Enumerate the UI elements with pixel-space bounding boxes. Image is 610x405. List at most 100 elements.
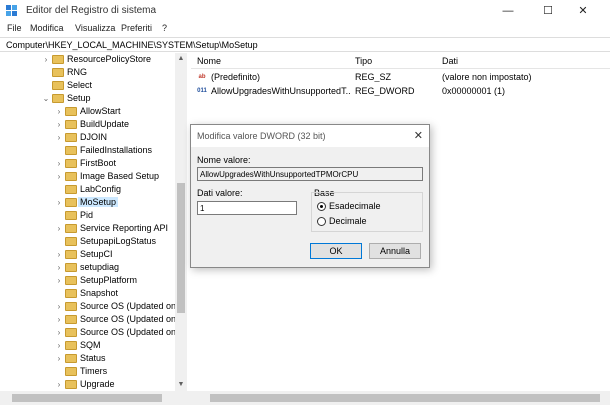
value-name-field[interactable]: AllowUpgradesWithUnsupportedTPMOrCPU — [197, 167, 423, 181]
tree-item-label: setupdiag — [80, 262, 120, 272]
tree-item-label: Pid — [80, 210, 94, 220]
folder-icon — [52, 55, 64, 64]
tree-item[interactable]: › Source OS (Updated on 5 — [0, 313, 184, 326]
tree-item[interactable]: › Source OS (Updated on 6 — [0, 326, 184, 339]
cancel-button[interactable]: Annulla — [369, 243, 421, 259]
tree-hscroll-thumb[interactable] — [12, 394, 162, 402]
menu-visualizza[interactable]: Visualizza — [75, 23, 115, 33]
collapsed-chevron-icon[interactable]: › — [55, 222, 63, 235]
tree-item[interactable]: Snapshot — [0, 287, 175, 300]
folder-icon — [65, 224, 77, 233]
folder-icon — [65, 133, 77, 142]
column-tipo[interactable]: Tipo — [355, 56, 372, 66]
tree-item[interactable]: › SetupPlatform — [0, 274, 175, 287]
tree-item[interactable]: › SetupCI — [0, 248, 175, 261]
tree-item[interactable]: RNG — [0, 66, 175, 79]
folder-icon — [65, 211, 77, 220]
ok-button[interactable]: OK — [310, 243, 362, 259]
tree-item[interactable]: › Status — [0, 352, 175, 365]
menu-help[interactable]: ? — [162, 23, 167, 33]
collapsed-chevron-icon[interactable]: › — [55, 326, 63, 339]
horizontal-scrollbar[interactable] — [0, 391, 610, 405]
radio-unselected-icon — [317, 217, 326, 226]
collapsed-chevron-icon[interactable]: › — [55, 274, 63, 287]
tree-item[interactable]: › BuildUpdate — [0, 118, 175, 131]
value-name: (Predefinito) — [211, 72, 261, 82]
collapsed-chevron-icon[interactable]: › — [55, 118, 63, 131]
radio-hexadecimal[interactable]: Esadecimale — [317, 201, 397, 213]
menu-bar: File Modifica Visualizza Preferiti ? — [0, 22, 610, 37]
maximize-button[interactable]: ☐ — [531, 0, 565, 22]
tree-item[interactable]: › Image Based Setup — [0, 170, 175, 183]
collapsed-chevron-icon[interactable]: › — [55, 105, 63, 118]
column-dati[interactable]: Dati — [442, 56, 458, 66]
tree-item[interactable]: › Upgrade — [0, 378, 175, 391]
tree-item[interactable]: Select — [0, 79, 175, 92]
collapsed-chevron-icon[interactable]: › — [55, 196, 63, 209]
collapsed-chevron-icon[interactable]: › — [55, 248, 63, 261]
address-bar[interactable]: Computer\HKEY_LOCAL_MACHINE\SYSTEM\Setup… — [0, 37, 610, 52]
dialog-close-icon[interactable]: ✕ — [414, 129, 423, 142]
list-row[interactable]: ab (Predefinito) REG_SZ (valore non impo… — [191, 70, 610, 84]
tree-item-label: Source OS (Updated on 5 — [80, 314, 184, 324]
tree-item-label: Image Based Setup — [80, 171, 160, 181]
menu-preferiti[interactable]: Preferiti — [121, 23, 152, 33]
collapsed-chevron-icon[interactable]: › — [55, 300, 63, 313]
list-row[interactable]: 011 AllowUpgradesWithUnsupportedT... REG… — [191, 84, 610, 98]
collapsed-chevron-icon[interactable]: › — [55, 157, 63, 170]
collapsed-chevron-icon[interactable]: › — [55, 170, 63, 183]
collapsed-chevron-icon[interactable]: › — [55, 313, 63, 326]
folder-icon — [65, 159, 77, 168]
column-nome[interactable]: Nome — [197, 56, 221, 66]
tree-item[interactable]: Timers — [0, 365, 175, 378]
tree-vertical-scrollbar[interactable]: ▲ ▼ — [175, 53, 187, 391]
expanded-chevron-icon[interactable]: ⌄ — [42, 92, 50, 105]
scroll-down-icon[interactable]: ▼ — [175, 379, 187, 391]
collapsed-chevron-icon[interactable]: › — [55, 261, 63, 274]
folder-icon — [65, 367, 77, 376]
collapsed-chevron-icon[interactable]: › — [55, 131, 63, 144]
folder-icon — [65, 107, 77, 116]
tree-item-label: MoSetup — [78, 197, 119, 207]
tree-scroll-thumb[interactable] — [177, 183, 185, 313]
string-value-icon: ab — [198, 74, 206, 80]
close-button[interactable]: ✕ — [566, 0, 600, 22]
folder-icon — [52, 81, 64, 90]
menu-modifica[interactable]: Modifica — [30, 23, 64, 33]
tree-item-label: AllowStart — [80, 106, 121, 116]
collapsed-chevron-icon[interactable]: › — [55, 339, 63, 352]
tree-item[interactable]: › SQM — [0, 339, 175, 352]
menu-file[interactable]: File — [7, 23, 22, 33]
tree-item[interactable]: › Service Reporting API — [0, 222, 175, 235]
tree-item[interactable]: › AllowStart — [0, 105, 175, 118]
tree-item[interactable]: › MoSetup — [0, 196, 175, 209]
tree-item[interactable]: Pid — [0, 209, 175, 222]
tree-item[interactable]: › DJOIN — [0, 131, 175, 144]
collapsed-chevron-icon[interactable]: › — [55, 378, 63, 391]
value-data-input[interactable]: 1 — [197, 201, 297, 215]
tree-item[interactable]: › setupdiag — [0, 261, 175, 274]
collapsed-chevron-icon — [55, 183, 63, 196]
title-bar: Editor del Registro di sistema — ☐ ✕ — [0, 0, 610, 22]
tree-item[interactable]: FailedInstallations — [0, 144, 175, 157]
key-tree: › ResourcePolicyStore RNG Select ⌄ Setup › Allo… — [0, 53, 187, 391]
tree-item[interactable]: › Source OS (Updated on 1 — [0, 300, 184, 313]
tree-item[interactable]: LabConfig — [0, 183, 175, 196]
tree-item[interactable]: › FirstBoot — [0, 157, 175, 170]
folder-icon — [65, 185, 77, 194]
radio-decimal[interactable]: Decimale — [317, 216, 397, 228]
collapsed-chevron-icon — [55, 209, 63, 222]
minimize-button[interactable]: — — [491, 0, 525, 22]
collapsed-chevron-icon — [55, 235, 63, 248]
list-hscroll-thumb[interactable] — [210, 394, 600, 402]
collapsed-chevron-icon — [55, 144, 63, 157]
edit-dword-dialog: Modifica valore DWORD (32 bit) ✕ Nome va… — [190, 124, 430, 268]
collapsed-chevron-icon[interactable]: › — [42, 53, 50, 66]
tree-item-label: Service Reporting API — [80, 223, 169, 233]
collapsed-chevron-icon[interactable]: › — [55, 352, 63, 365]
tree-item[interactable]: ⌄ Setup — [0, 92, 175, 105]
value-data-label: Dati valore: — [197, 188, 243, 198]
scroll-up-icon[interactable]: ▲ — [175, 53, 187, 65]
tree-item[interactable]: SetupapiLogStatus — [0, 235, 175, 248]
tree-item[interactable]: › ResourcePolicyStore — [0, 53, 175, 66]
